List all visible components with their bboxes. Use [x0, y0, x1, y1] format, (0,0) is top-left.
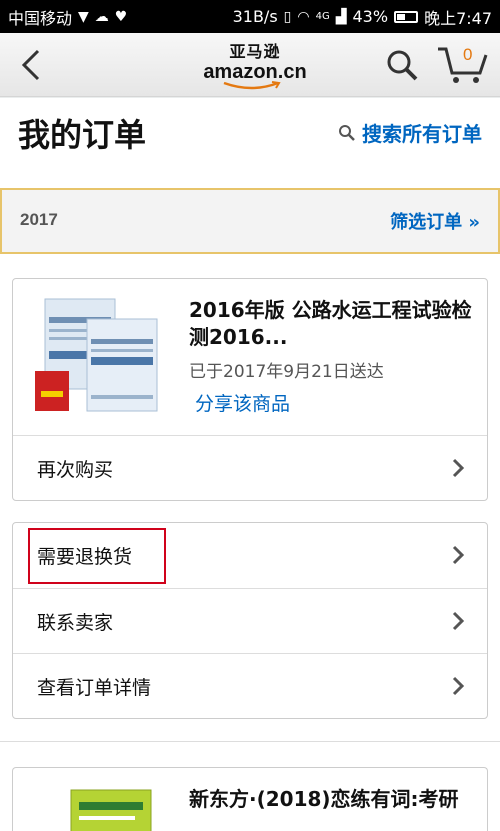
buy-again-row[interactable]: 再次购买: [13, 435, 487, 500]
search-all-orders-link[interactable]: 搜索所有订单: [338, 118, 482, 147]
battery-percent: 43%: [352, 7, 389, 26]
highlight-box: [28, 528, 166, 584]
order-actions-card: 需要退换货 联系卖家 查看订单详情: [12, 522, 488, 719]
order-card: 2016年版 公路水运工程试验检测2016... 已于2017年9月21日送达 …: [12, 278, 488, 501]
section-divider: [0, 741, 500, 742]
clock: 晚上7:47: [424, 8, 492, 28]
chevron-right-icon: [452, 458, 465, 478]
year-label: 2017: [20, 210, 58, 229]
product-title[interactable]: 新东方·(2018)恋练有词:考研: [189, 786, 479, 813]
order-details-row[interactable]: 查看订单详情: [13, 653, 487, 718]
battery-icon: [394, 10, 419, 23]
delivery-status: 已于2017年9月21日送达: [189, 362, 384, 382]
signal-icon: ▟: [335, 8, 347, 25]
wifi-icon: ◠: [297, 8, 310, 25]
filter-orders-link[interactable]: 筛选订单 »: [390, 208, 480, 234]
status-bar: 中国移动 ▼ ☁ ♥ 31B/s ▯ ◠ 4G ▟ 43% 晚上7:47: [0, 0, 500, 33]
carrier-label: 中国移动: [8, 8, 73, 28]
search-all-orders-label: 搜索所有订单: [362, 122, 482, 146]
network-speed: 31B/s: [232, 7, 278, 26]
search-icon: [387, 50, 418, 81]
notification-icon: ▼: [78, 8, 89, 25]
return-exchange-row[interactable]: 需要退换货: [13, 523, 487, 588]
back-button[interactable]: [14, 47, 50, 83]
cart-button[interactable]: 0: [436, 43, 490, 85]
order-card: 新东方·(2018)恋练有词:考研: [12, 767, 488, 831]
order-product[interactable]: 新东方·(2018)恋练有词:考研: [13, 768, 487, 831]
chevron-right-icon: [452, 545, 465, 565]
product-image[interactable]: [35, 784, 175, 831]
product-image[interactable]: [35, 295, 175, 421]
logo-chinese: 亚马逊: [229, 42, 281, 61]
vibrate-icon: ▯: [283, 8, 292, 25]
cloud-icon: ☁: [94, 8, 109, 25]
heart-icon: ♥: [114, 8, 128, 25]
contact-seller-row[interactable]: 联系卖家: [13, 588, 487, 653]
product-title[interactable]: 2016年版 公路水运工程试验检测2016...: [189, 297, 479, 351]
year-filter-bar: 2017 筛选订单 »: [0, 188, 500, 254]
buy-again-label: 再次购买: [37, 458, 114, 481]
contact-seller-label: 联系卖家: [37, 611, 114, 634]
logo-english: amazon.cn: [203, 61, 307, 83]
share-product-link[interactable]: 分享该商品: [195, 389, 290, 416]
page-heading: 我的订单 搜索所有订单: [0, 98, 500, 188]
page-title: 我的订单: [18, 116, 147, 154]
cart-count: 0: [463, 45, 473, 64]
order-details-label: 查看订单详情: [37, 676, 152, 699]
app-header: 亚马逊 amazon.cn 0: [0, 33, 500, 97]
smile-icon: [223, 81, 281, 90]
search-button[interactable]: [384, 47, 420, 83]
chevron-right-icon: [452, 611, 465, 631]
amazon-logo[interactable]: 亚马逊 amazon.cn: [200, 42, 310, 90]
chevron-right-icon: [452, 676, 465, 696]
signal-label: 4G: [315, 11, 330, 22]
order-product[interactable]: 2016年版 公路水运工程试验检测2016... 已于2017年9月21日送达 …: [13, 279, 487, 435]
search-icon: [339, 124, 355, 141]
chevron-left-icon: [21, 49, 40, 81]
